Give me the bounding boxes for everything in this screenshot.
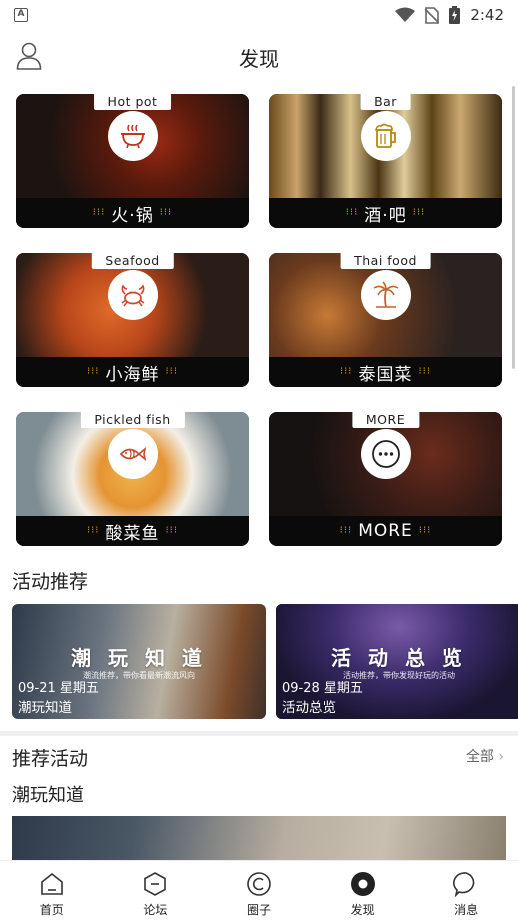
category-card-bar[interactable]: Bar ⁝⁝⁝ 酒·吧 ⁝⁝⁝	[269, 94, 502, 228]
activity-banner-title: 潮 玩 知 道	[71, 646, 207, 670]
activities-section-title: 活动推荐	[12, 571, 89, 593]
tab-label: 论坛	[143, 903, 168, 917]
battery-icon	[449, 6, 461, 24]
category-tag: Bar	[360, 94, 411, 110]
status-bar: A 2:42	[0, 0, 518, 30]
bottom-tab-bar: 首页 论坛 圈子 发现 消息	[0, 860, 518, 920]
tab-discover[interactable]: 发现	[311, 861, 415, 920]
notification-a-icon: A	[14, 8, 28, 22]
no-sim-icon	[425, 6, 440, 24]
activity-card-trend[interactable]: 潮 玩 知 道 潮流推荐，带你看最新潮流风向 09-21 星期五 潮玩知道	[12, 604, 266, 719]
recommended-item-image[interactable]	[12, 816, 506, 860]
hotpot-icon	[107, 111, 158, 161]
recommended-section-title: 推荐活动	[12, 748, 89, 770]
tab-label: 圈子	[246, 903, 271, 917]
fish-icon	[107, 429, 158, 479]
activity-card-overview[interactable]: 活 动 总 览 活动推荐，带你发现好玩的活动 09-28 星期五 活动总览	[276, 604, 518, 719]
category-card-thai[interactable]: Thai food ⁝⁝⁝ 泰国菜 ⁝⁝⁝	[269, 253, 502, 387]
activity-date: 09-28 星期五	[282, 681, 363, 696]
activity-date: 09-21 星期五	[18, 681, 99, 696]
category-label-band: ⁝⁝⁝ 泰国菜 ⁝⁝⁝	[269, 357, 502, 387]
category-tag: MORE	[351, 412, 420, 428]
tab-label: 首页	[39, 903, 64, 917]
tab-circle[interactable]: 圈子	[207, 861, 311, 920]
page-title: 发现	[239, 47, 279, 71]
tab-label: 消息	[454, 903, 479, 917]
home-icon	[40, 872, 63, 895]
tab-label: 发现	[350, 903, 375, 917]
category-label-band: ⁝⁝⁝ 火·锅 ⁝⁝⁝	[16, 198, 249, 228]
category-label: 火·锅	[111, 205, 154, 226]
category-label-band: ⁝⁝⁝ MORE ⁝⁝⁝	[269, 516, 502, 546]
scrollbar[interactable]	[512, 86, 515, 369]
category-tag: Hot pot	[93, 94, 172, 110]
crab-icon	[107, 270, 158, 320]
category-card-more[interactable]: MORE ⁝⁝⁝ MORE ⁝⁝⁝	[269, 412, 502, 546]
category-label-band: ⁝⁝⁝ 小海鲜 ⁝⁝⁝	[16, 357, 249, 387]
category-card-hotpot[interactable]: Hot pot ⁝⁝⁝ 火·锅 ⁝⁝⁝	[16, 94, 249, 228]
more-icon	[360, 429, 411, 479]
category-tag: Pickled fish	[80, 412, 185, 428]
activity-name: 活动总览	[282, 700, 336, 716]
top-bar: 发现	[0, 34, 518, 78]
section-divider	[0, 731, 518, 736]
category-label: MORE	[358, 521, 413, 541]
activity-name: 潮玩知道	[18, 700, 72, 716]
category-tag: Thai food	[340, 253, 431, 269]
wifi-icon	[395, 7, 416, 22]
chevron-right-icon: ›	[498, 749, 504, 765]
category-card-pickled-fish[interactable]: Pickled fish ⁝⁝⁝ 酸菜鱼 ⁝⁝⁝	[16, 412, 249, 546]
category-label: 酸菜鱼	[105, 523, 160, 544]
circle-icon	[247, 872, 271, 896]
see-all-label: 全部	[465, 749, 494, 765]
category-label-band: ⁝⁝⁝ 酒·吧 ⁝⁝⁝	[269, 198, 502, 228]
category-label: 小海鲜	[105, 364, 160, 385]
tab-messages[interactable]: 消息	[414, 861, 518, 920]
activity-banner-title: 活 动 总 览	[331, 646, 467, 670]
palm-tree-icon	[360, 270, 411, 320]
category-tag: Seafood	[91, 253, 174, 269]
recommended-item-title: 潮玩知道	[12, 785, 84, 806]
status-time: 2:42	[470, 6, 504, 24]
tab-forum[interactable]: 论坛	[104, 861, 208, 920]
beer-mug-icon	[360, 111, 411, 161]
message-icon	[453, 872, 475, 897]
category-label: 泰国菜	[358, 364, 413, 385]
forum-icon	[144, 872, 167, 896]
category-label-band: ⁝⁝⁝ 酸菜鱼 ⁝⁝⁝	[16, 516, 249, 546]
category-card-seafood[interactable]: Seafood ⁝⁝⁝ 小海鲜 ⁝⁝⁝	[16, 253, 249, 387]
see-all-link[interactable]: 全部 ›	[466, 746, 504, 766]
category-label: 酒·吧	[364, 205, 407, 226]
discover-icon	[350, 872, 375, 896]
tab-home[interactable]: 首页	[0, 861, 104, 920]
